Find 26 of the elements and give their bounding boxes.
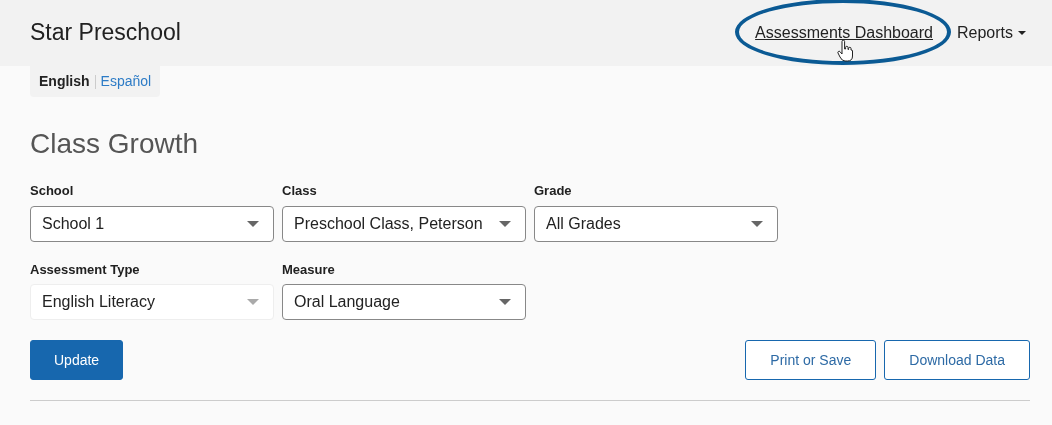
field-label: Class [282, 182, 318, 200]
language-link[interactable]: Español [100, 71, 152, 92]
field-label: Grade [534, 182, 573, 200]
action-button[interactable]: Print or Save [745, 340, 877, 380]
page-title: Class Growth [30, 127, 200, 161]
dropdown-field: English Literacy [30, 284, 274, 320]
dropdown-field[interactable]: All Grades [534, 205, 778, 242]
dropdown-field[interactable]: Oral Language [282, 284, 526, 320]
update-button[interactable]: Update [30, 340, 124, 380]
caret-icon [1018, 31, 1026, 35]
app-title: Star Preschool [30, 19, 181, 47]
caret-icon [499, 299, 511, 305]
action-button[interactable]: Download Data [884, 340, 1030, 380]
caret-icon [247, 220, 259, 227]
dropdown-field[interactable]: Preschool Class, Peterson [282, 205, 526, 242]
field-label: Assessment Type [30, 260, 141, 279]
field-label: Measure [282, 260, 336, 279]
field-label: School [30, 182, 75, 200]
caret-icon [751, 220, 763, 227]
caret-icon [499, 220, 511, 227]
caret-icon [247, 299, 259, 305]
language-link[interactable]: English [39, 71, 90, 92]
nav-link[interactable]: Assessments Dashboard [755, 21, 933, 45]
dropdown-field[interactable]: School 1 [30, 205, 274, 242]
hand-cursor-icon [837, 40, 854, 62]
reports-dropdown[interactable]: Reports [956, 21, 1026, 45]
